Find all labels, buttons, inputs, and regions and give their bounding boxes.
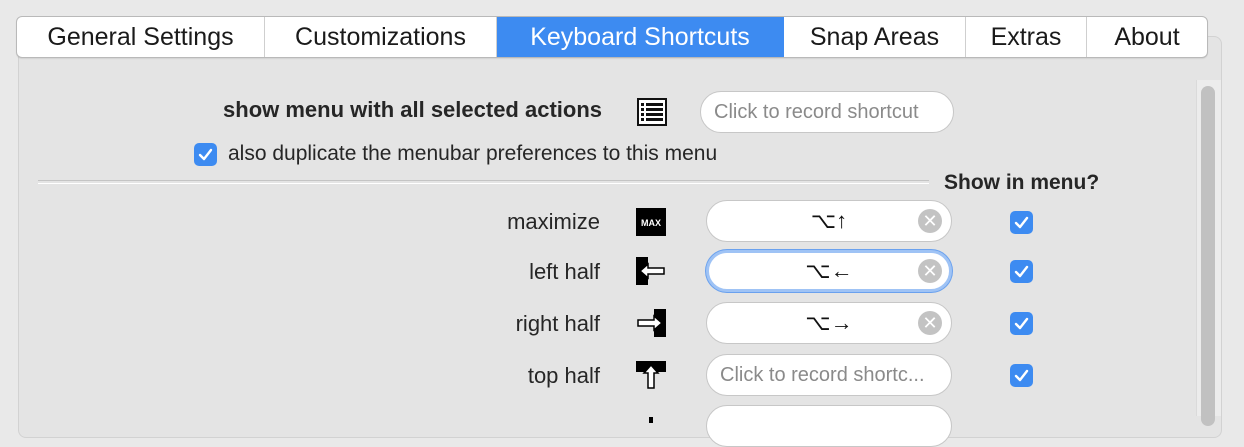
right-half-icon bbox=[636, 309, 666, 337]
left-half-icon bbox=[636, 257, 666, 285]
max-icon-text: MAX bbox=[641, 218, 661, 228]
left-half-show-in-menu-checkbox[interactable] bbox=[1010, 260, 1033, 283]
maximize-shortcut-value: ⌥↑ bbox=[810, 208, 848, 233]
duplicate-menubar-label: also duplicate the menubar preferences t… bbox=[228, 142, 718, 165]
tab-snap-areas[interactable]: Snap Areas bbox=[784, 17, 966, 57]
tab-about[interactable]: About bbox=[1087, 17, 1207, 57]
clear-icon[interactable]: ✕ bbox=[918, 259, 942, 283]
tab-extras[interactable]: Extras bbox=[966, 17, 1087, 57]
menu-shortcut-field[interactable]: Click to record shortcut bbox=[700, 91, 954, 133]
action-label-left-half: left half bbox=[529, 259, 600, 284]
left-half-shortcut-field[interactable]: ⌥← ✕ bbox=[706, 250, 952, 292]
left-half-shortcut-value: ⌥← bbox=[805, 258, 853, 283]
preferences-panel bbox=[18, 36, 1222, 438]
maximize-shortcut-field[interactable]: ⌥↑ ✕ bbox=[706, 200, 952, 242]
next-shortcut-field[interactable] bbox=[706, 405, 952, 447]
right-half-shortcut-value: ⌥→ bbox=[805, 310, 853, 335]
action-label-right-half: right half bbox=[515, 311, 600, 336]
section-divider bbox=[38, 180, 929, 184]
menu-shortcut-label: show menu with all selected actions bbox=[223, 97, 602, 122]
clear-icon[interactable]: ✕ bbox=[918, 311, 942, 335]
action-label-top-half: top half bbox=[527, 363, 600, 388]
scrollbar-thumb[interactable] bbox=[1201, 86, 1215, 426]
maximize-show-in-menu-checkbox[interactable] bbox=[1010, 211, 1033, 234]
tab-general-settings[interactable]: General Settings bbox=[17, 17, 265, 57]
next-action-icon bbox=[636, 410, 666, 438]
max-icon: MAX bbox=[636, 208, 666, 236]
tab-customizations[interactable]: Customizations bbox=[265, 17, 497, 57]
right-half-shortcut-field[interactable]: ⌥→ ✕ bbox=[706, 302, 952, 344]
clear-icon[interactable]: ✕ bbox=[918, 209, 942, 233]
right-half-show-in-menu-checkbox[interactable] bbox=[1010, 312, 1033, 335]
top-half-shortcut-field[interactable]: Click to record shortc... bbox=[706, 354, 952, 396]
tab-bar: General Settings Customizations Keyboard… bbox=[16, 16, 1208, 58]
top-half-icon bbox=[636, 361, 666, 389]
duplicate-menubar-checkbox[interactable] bbox=[194, 143, 217, 166]
tab-keyboard-shortcuts[interactable]: Keyboard Shortcuts bbox=[497, 17, 784, 57]
list-menu-icon bbox=[637, 98, 667, 126]
show-in-menu-header: Show in menu? bbox=[944, 171, 1100, 194]
action-label-maximize: maximize bbox=[507, 209, 600, 234]
top-half-show-in-menu-checkbox[interactable] bbox=[1010, 364, 1033, 387]
